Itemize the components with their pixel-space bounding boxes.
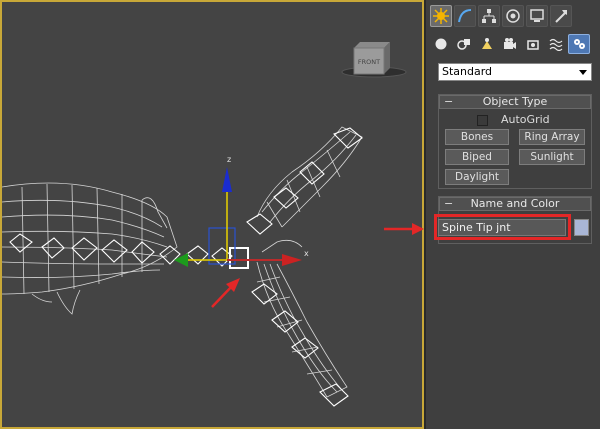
motion-icon <box>506 9 520 23</box>
object-color-swatch[interactable] <box>574 219 589 236</box>
sunlight-button[interactable]: Sunlight <box>519 149 585 165</box>
cameras-icon <box>504 38 516 49</box>
spacewarps-subtab[interactable] <box>545 34 567 54</box>
bones-button[interactable]: Bones <box>445 129 509 145</box>
helpers-icon <box>527 40 539 50</box>
collapse-icon: − <box>444 197 454 210</box>
object-type-rollout: − Object Type AutoGrid Bones Ring Array … <box>438 94 592 189</box>
perspective-viewport[interactable]: z x FRONT <box>0 0 424 429</box>
ring-array-button[interactable]: Ring Array <box>519 129 585 145</box>
gizmo-x-label: x <box>304 249 309 258</box>
name-and-color-header[interactable]: − Name and Color <box>439 197 591 211</box>
biped-button[interactable]: Biped <box>445 149 509 165</box>
create-subtabs <box>430 34 598 58</box>
category-dropdown-value: Standard <box>442 65 493 78</box>
transform-gizmo[interactable] <box>174 167 302 267</box>
hierarchy-tab[interactable] <box>478 5 500 27</box>
shapes-subtab[interactable] <box>453 34 475 54</box>
category-dropdown[interactable]: Standard <box>438 63 592 81</box>
object-type-title: Object Type <box>482 95 548 108</box>
spacewarps-icon <box>549 38 563 51</box>
chevron-down-icon <box>579 70 587 75</box>
systems-subtab[interactable] <box>568 34 590 54</box>
autogrid-checkbox[interactable] <box>477 115 488 126</box>
gizmo-z-label: z <box>227 155 231 164</box>
annotation-arrow-name <box>384 223 424 235</box>
lights-icon <box>482 38 492 49</box>
helpers-subtab[interactable] <box>522 34 544 54</box>
geometry-icon <box>435 38 447 50</box>
annotation-arrow-joint <box>211 278 240 308</box>
systems-icon <box>574 39 585 49</box>
name-and-color-title: Name and Color <box>470 197 560 210</box>
viewcube[interactable]: FRONT <box>341 42 407 78</box>
hierarchy-icon <box>482 9 496 23</box>
display-tab[interactable] <box>526 5 548 27</box>
modify-tab[interactable] <box>454 5 476 27</box>
shapes-icon <box>457 39 470 50</box>
object-type-header[interactable]: − Object Type <box>439 95 591 109</box>
command-panel: Standard − Object Type AutoGrid Bones Ri… <box>424 0 600 429</box>
name-field-highlight <box>434 214 571 240</box>
display-icon <box>530 9 544 22</box>
wireframe-scene: z x FRONT <box>2 42 407 407</box>
cameras-subtab[interactable] <box>499 34 521 54</box>
create-tab[interactable] <box>430 5 452 27</box>
utilities-icon <box>555 10 567 23</box>
command-panel-tabs <box>430 5 598 29</box>
viewcube-label: FRONT <box>358 58 380 66</box>
utilities-tab[interactable] <box>550 5 572 27</box>
selected-joint[interactable] <box>229 247 249 269</box>
geometry-subtab[interactable] <box>430 34 452 54</box>
lights-subtab[interactable] <box>476 34 498 54</box>
autogrid-label: AutoGrid <box>501 113 550 126</box>
motion-tab[interactable] <box>502 5 524 27</box>
daylight-button[interactable]: Daylight <box>445 169 509 185</box>
collapse-icon: − <box>444 95 454 108</box>
create-icon <box>433 8 449 24</box>
modify-icon <box>458 9 472 23</box>
